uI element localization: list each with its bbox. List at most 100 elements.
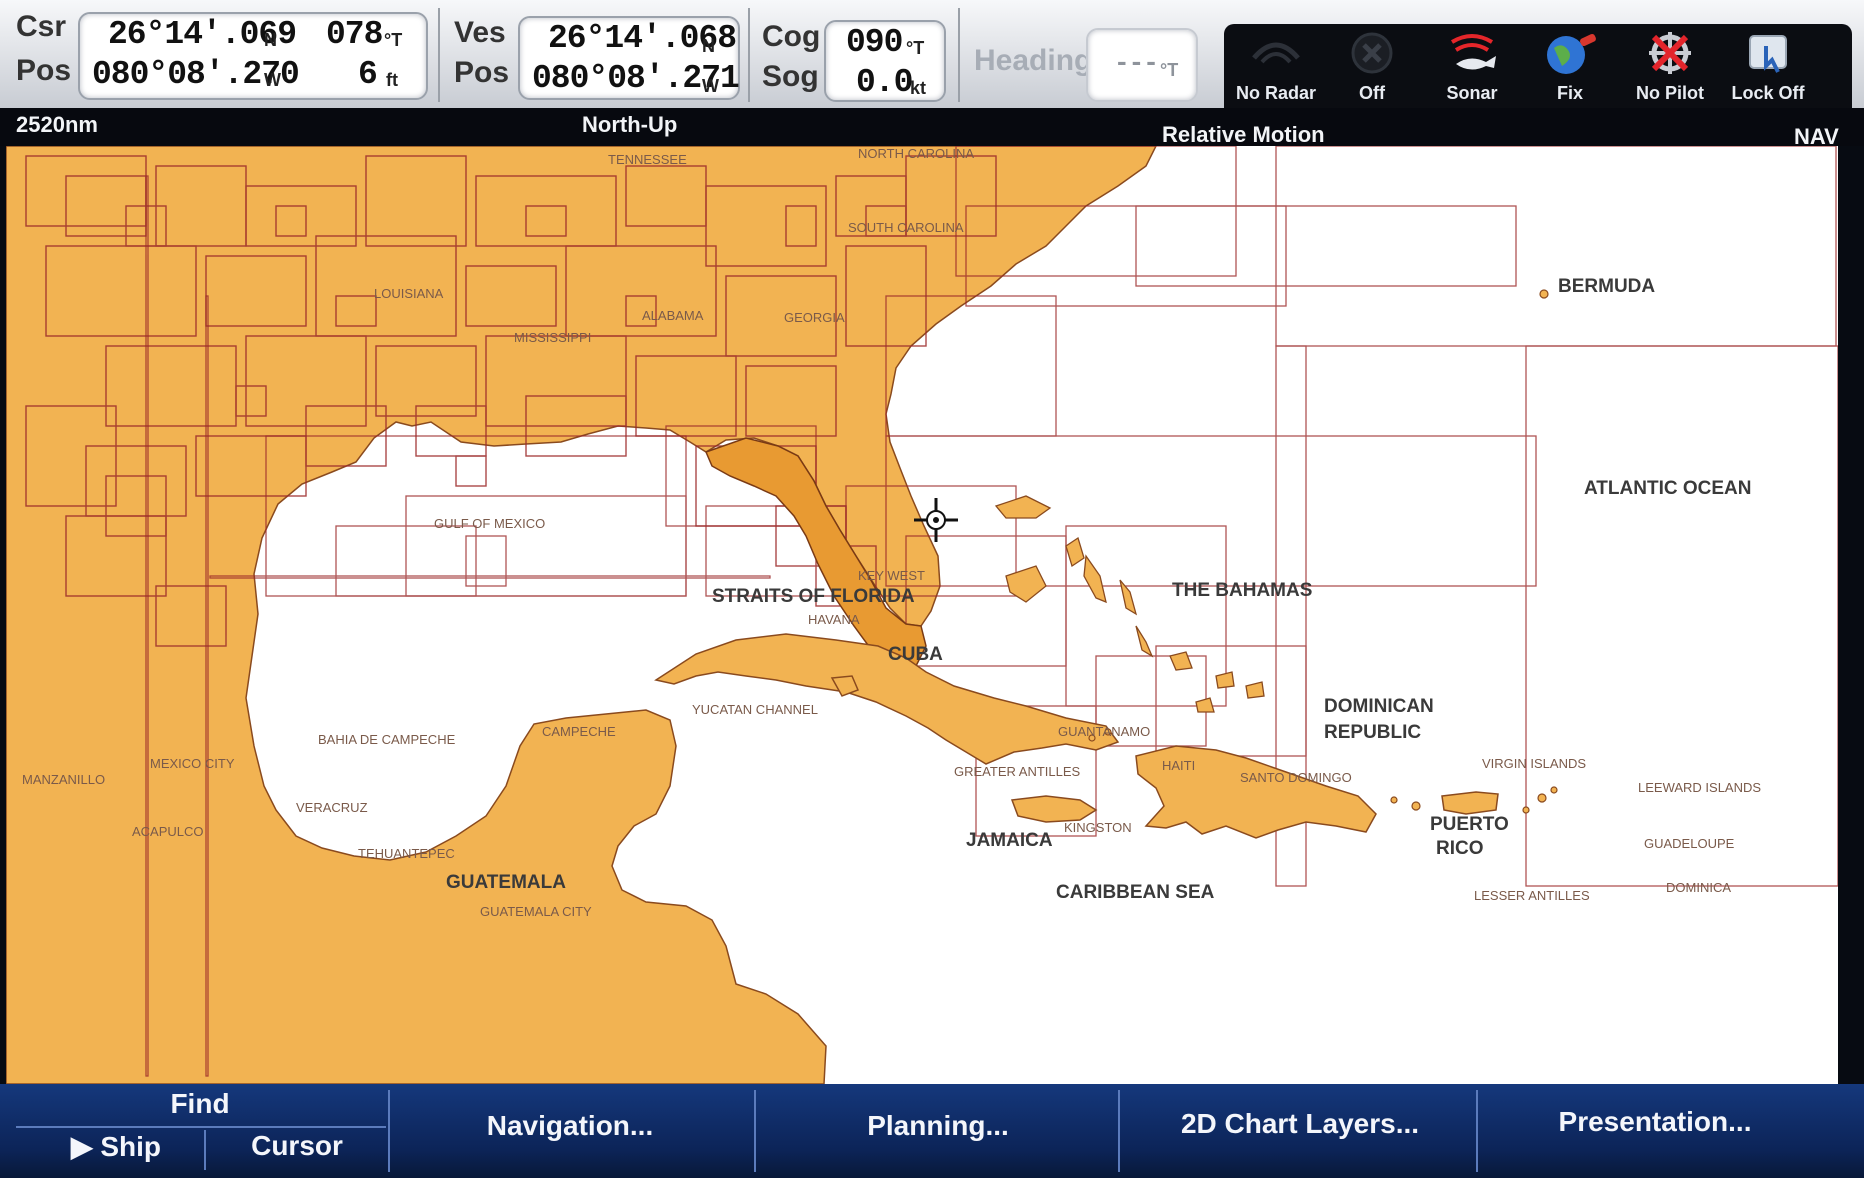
chart-orientation[interactable]: North-Up [582, 112, 677, 138]
label-leeward-islands: LEEWARD ISLANDS [1638, 780, 1761, 795]
cursor-position-group[interactable]: Csr Pos 26°14'.069 N 080°08'.270 W 078 °… [8, 4, 428, 102]
label-key-west: KEY WEST [858, 568, 925, 583]
label-acapulco: ACAPULCO [132, 824, 204, 839]
radar-status-label: No Radar [1235, 83, 1316, 103]
label-manzanillo: MANZANILLO [22, 772, 105, 787]
divider [204, 1130, 206, 1170]
label-veracruz: VERACRUZ [296, 800, 368, 815]
label-mississippi: MISSISSIPPI [514, 330, 591, 345]
label-straits-of-florida: STRAITS OF FLORIDA [712, 586, 915, 607]
chart-range[interactable]: 2520nm [16, 112, 98, 138]
label-guatemala: GUATEMALA [446, 872, 566, 893]
label-dominican-republic-2: REPUBLIC [1324, 722, 1421, 743]
label-alabama: ALABAMA [642, 308, 704, 323]
navigation-menu-button[interactable]: Navigation... [400, 1110, 740, 1142]
gps-fix-label: Fix [1556, 83, 1583, 103]
heading-label: Heading [974, 44, 1093, 77]
radar-button[interactable]: No Radar [1228, 24, 1324, 108]
divider [388, 1090, 390, 1172]
autopilot-off-icon [1649, 32, 1691, 74]
touch-lock-label: Lock Off [1731, 83, 1805, 103]
label-north-carolina: NORTH CAROLINA [858, 146, 974, 161]
label-bermuda: BERMUDA [1558, 276, 1655, 297]
vessel-lon-hemisphere: W [702, 76, 719, 96]
cursor-lat-hemisphere: N [264, 30, 277, 50]
cog-sog-group[interactable]: Cog Sog 090 °T 0.0 kt [754, 4, 954, 102]
label-puerto-rico-1: PUERTO [1430, 814, 1509, 835]
cursor-pos-label: Pos [16, 54, 72, 87]
label-dominican-republic-1: DOMINICAN [1324, 696, 1434, 717]
vessel-label: Ves [454, 16, 506, 49]
chart-view[interactable]: TENNESSEE NORTH CAROLINA SOUTH CAROLINA … [6, 146, 1838, 1084]
label-virgin-islands: VIRGIN ISLANDS [1482, 756, 1586, 771]
divider [958, 8, 960, 102]
find-cursor-button[interactable]: Cursor [222, 1130, 372, 1162]
chart-status-bar: 2520nm North-Up Relative Motion NAV [0, 108, 1864, 149]
label-havana: HAVANA [808, 612, 860, 627]
label-caribbean-sea: CARIBBEAN SEA [1056, 882, 1215, 903]
gps-fix-button[interactable]: Fix [1522, 24, 1618, 108]
label-yucatan-channel: YUCATAN CHANNEL [692, 702, 818, 717]
label-bahia-de-campeche: BAHIA DE CAMPECHE [318, 732, 456, 747]
vessel-pos-label: Pos [454, 56, 510, 89]
label-mexico-city: MEXICO CITY [150, 756, 235, 771]
vessel-position-group[interactable]: Ves Pos 26°14'.068 N 080°08'.271 W [446, 4, 746, 102]
nautical-chart[interactable]: TENNESSEE NORTH CAROLINA SOUTH CAROLINA … [6, 146, 1838, 1084]
label-atlantic-ocean: ATLANTIC OCEAN [1584, 478, 1751, 499]
touch-lock-button[interactable]: Lock Off [1720, 24, 1816, 108]
cursor-range: 6 [358, 56, 378, 93]
label-south-carolina: SOUTH CAROLINA [848, 220, 964, 235]
radar-icon [1252, 42, 1300, 64]
vessel-lat-hemisphere: N [702, 36, 715, 56]
heading-group[interactable]: Heading --- °T [962, 4, 1202, 102]
status-icon-toolbar: No Radar Off Sonar Fix No Pilot Lock Off [1224, 24, 1852, 108]
cursor-bearing-unit: °T [384, 30, 403, 50]
gps-fix-globe-icon [1547, 33, 1596, 74]
cog-value: 090 [846, 24, 903, 61]
planning-menu-button[interactable]: Planning... [768, 1110, 1108, 1142]
label-greater-antilles: GREATER ANTILLES [954, 764, 1081, 779]
divider [438, 8, 440, 102]
label-santo-domingo: SANTO DOMINGO [1240, 770, 1352, 785]
sonar-status-label: Sonar [1446, 83, 1498, 103]
chart-layers-menu-button[interactable]: 2D Chart Layers... [1130, 1108, 1470, 1140]
sonar-button[interactable]: Sonar [1424, 24, 1520, 108]
autopilot-button[interactable]: No Pilot [1622, 24, 1718, 108]
label-tennessee: TENNESSEE [608, 152, 687, 167]
label-guantanamo: GUANTANAMO [1058, 724, 1150, 739]
find-divider [16, 1126, 386, 1128]
touch-lock-icon [1749, 35, 1787, 73]
power-button[interactable]: Off [1324, 24, 1420, 108]
land-puerto-rico [1441, 791, 1499, 815]
divider [1476, 1090, 1478, 1172]
presentation-menu-button[interactable]: Presentation... [1490, 1106, 1820, 1138]
divider [754, 1090, 756, 1172]
sog-unit: kt [910, 78, 927, 98]
label-tehuantepec: TEHUANTEPEC [358, 846, 455, 861]
sog-label: Sog [762, 60, 819, 93]
label-guadeloupe: GUADELOUPE [1644, 836, 1735, 851]
label-louisiana: LOUISIANA [374, 286, 444, 301]
label-dominica: DOMINICA [1666, 880, 1731, 895]
label-lesser-antilles: LESSER ANTILLES [1474, 888, 1590, 903]
softkey-menu: Find ▶ Ship Cursor Navigation... Plannin… [0, 1084, 1864, 1178]
find-ship-button[interactable]: ▶ Ship [56, 1130, 176, 1163]
divider [748, 8, 750, 102]
label-georgia: GEORGIA [784, 310, 845, 325]
label-campeche: CAMPECHE [542, 724, 616, 739]
autopilot-status-label: No Pilot [1636, 83, 1704, 103]
cursor-label: Csr [16, 10, 67, 43]
chart-motion-mode[interactable]: Relative Motion [1162, 122, 1325, 148]
label-guatemala-city: GUATEMALA CITY [480, 904, 592, 919]
sog-value: 0.0 [856, 64, 913, 101]
cursor-bearing: 078 [326, 16, 383, 53]
power-status-label: Off [1359, 83, 1385, 103]
label-the-bahamas: THE BAHAMAS [1172, 580, 1312, 601]
cog-label: Cog [762, 20, 821, 53]
sonar-fish-icon [1450, 34, 1496, 70]
cursor-range-unit: ft [386, 70, 398, 90]
data-bar: Csr Pos 26°14'.069 N 080°08'.270 W 078 °… [0, 0, 1864, 108]
label-kingston: KINGSTON [1064, 820, 1132, 835]
power-off-icon [1351, 32, 1393, 74]
heading-value: --- [1114, 48, 1159, 78]
